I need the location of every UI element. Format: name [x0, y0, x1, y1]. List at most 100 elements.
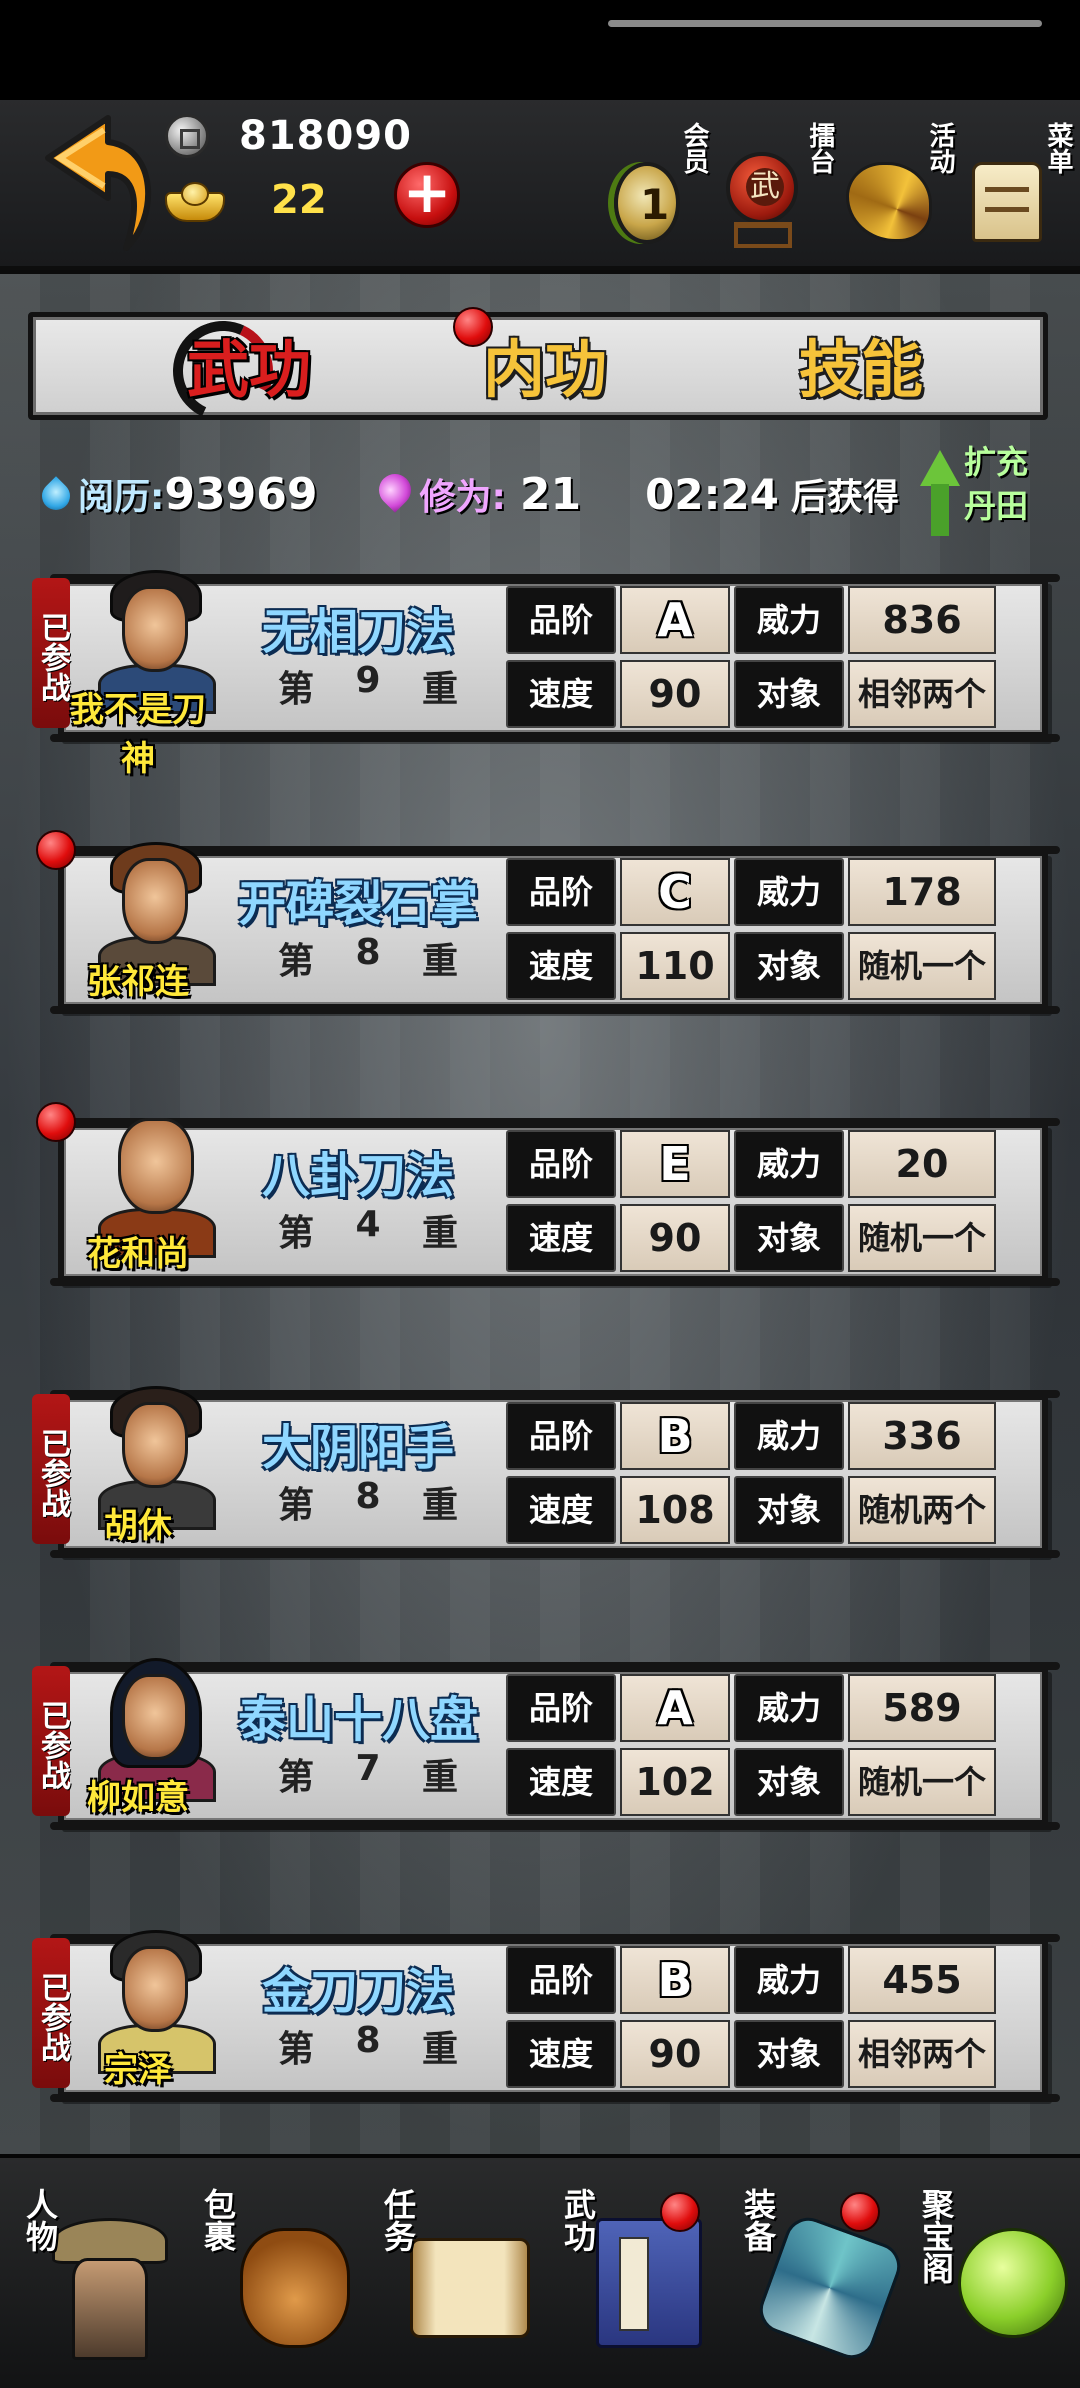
nav-tasks-label: 任务: [379, 2188, 417, 2252]
skill-level: 第4重: [278, 1204, 458, 1254]
power-value: 336: [848, 1402, 996, 1470]
cultivation-gem-icon: [377, 470, 413, 518]
tab-martial-arts[interactable]: 武功: [99, 306, 399, 436]
tab-skills[interactable]: 技能: [711, 325, 1011, 415]
cultivation-value: 21: [519, 468, 582, 520]
silver-row: 818090: [165, 106, 412, 166]
silver-coin-icon: [165, 114, 209, 158]
skill-card[interactable]: 已参战 柳如意 泰山十八盘 第7重 品阶 A 威力 589 速度 102 对象 随机一个: [28, 1652, 1060, 1842]
activity-button[interactable]: 活动: [846, 122, 956, 252]
target-value: 随机一个: [848, 1748, 996, 1816]
skill-card[interactable]: 已参战 我不是刀神 无相刀法 第9重 品阶 A 威力 836 速度 90 对象 相邻两个: [28, 564, 1060, 779]
bottom-nav: 人物 包裹 任务 武功 装备 聚宝阁: [0, 2154, 1080, 2388]
skill-card[interactable]: 张祁连 开碑裂石掌 第8重 品阶 C 威力 178 速度 110 对象 随机一个: [28, 830, 1060, 1026]
skill-card[interactable]: 已参战 胡休 大阴阳手 第8重 品阶 B 威力 336 速度 108 对象 随机两个: [28, 1380, 1060, 1570]
status-bar: [0, 0, 1080, 100]
nav-notification-dot: [840, 2192, 880, 2232]
member-button[interactable]: 会员: [606, 122, 709, 252]
tab-notification-dot: [453, 307, 493, 347]
timer-suffix: 后获得: [790, 477, 899, 518]
skill-name: 金刀刀法: [261, 1964, 454, 2020]
power-value: 20: [848, 1130, 996, 1198]
skill-name: 开碑裂石掌: [237, 876, 478, 932]
menu-button[interactable]: 菜单: [972, 122, 1076, 252]
nav-martial-arts[interactable]: 武功: [559, 2188, 730, 2368]
back-button[interactable]: [38, 108, 156, 258]
skill-level: 第8重: [278, 932, 458, 982]
nav-treasure-label: 聚宝阁: [917, 2188, 955, 2284]
add-currency-button[interactable]: +: [394, 162, 460, 228]
skill-level: 第9重: [278, 660, 458, 710]
menu-label: 菜单: [1043, 122, 1073, 174]
gold-ingot-icon: [165, 182, 225, 222]
gold-amount: 22: [271, 177, 327, 223]
target-value: 相邻两个: [848, 660, 996, 728]
nav-martial-arts-label: 武功: [559, 2188, 597, 2252]
arena-stand-icon: [734, 222, 792, 248]
skill-level: 第8重: [278, 1476, 458, 1526]
skill-level: 第8重: [278, 2020, 458, 2070]
grade-value: C: [620, 858, 730, 926]
skill-name: 八卦刀法: [261, 1148, 454, 1204]
target-value: 随机一个: [848, 932, 996, 1000]
hero-name: 柳如意: [87, 1778, 189, 1818]
speed-value: 90: [620, 2020, 730, 2088]
skill-attributes: 品阶 B 威力 455 速度 90 对象 相邻两个: [506, 1946, 996, 2092]
silver-amount: 818090: [239, 113, 412, 159]
target-value: 随机两个: [848, 1476, 996, 1544]
skill-attributes: 品阶 B 威力 336 速度 108 对象 随机两个: [506, 1402, 996, 1548]
nav-character-label: 人物: [21, 2188, 59, 2252]
skill-attributes: 品阶 C 威力 178 速度 110 对象 随机一个: [506, 858, 996, 1004]
grade-value: B: [620, 1946, 730, 2014]
nav-equipment[interactable]: 装备: [739, 2188, 910, 2368]
skill-attributes: 品阶 E 威力 20 速度 90 对象 随机一个: [506, 1130, 996, 1276]
activity-label: 活动: [925, 122, 955, 174]
member-label: 会员: [679, 122, 709, 174]
skill-level: 第7重: [278, 1748, 458, 1798]
tab-martial-arts-label: 武功: [186, 333, 311, 406]
nav-treasure-pavilion[interactable]: 聚宝阁: [917, 2188, 1080, 2368]
main-panel: 武功 内功 技能 阅历: 93969 修为: 21 02:24 后获得 扩充丹田…: [0, 274, 1080, 2154]
speed-value: 108: [620, 1476, 730, 1544]
stats-row: 阅历: 93969 修为: 21 02:24 后获得 扩充丹田: [40, 443, 1060, 536]
nav-inventory[interactable]: 包裹: [199, 2188, 370, 2368]
skill-card[interactable]: 花和尚 八卦刀法 第4重 品阶 E 威力 20 速度 90 对象 随机一个: [28, 1102, 1060, 1298]
gold-row: 22: [165, 170, 327, 230]
hero-name: 胡休: [104, 1506, 172, 1546]
grade-value: B: [620, 1402, 730, 1470]
hero-name: 我不是刀神: [70, 690, 206, 779]
nav-notification-dot: [660, 2192, 700, 2232]
cultivation-label: 修为:: [419, 477, 506, 518]
arena-button[interactable]: 擂台: [726, 122, 836, 252]
power-value: 589: [848, 1674, 996, 1742]
up-arrow-icon: [920, 450, 960, 536]
menu-scroll-icon: [972, 162, 1042, 242]
member-icon: [614, 162, 680, 244]
card-notification-dot: [36, 1102, 76, 1142]
nav-equipment-label: 装备: [739, 2188, 777, 2252]
tab-internal-arts[interactable]: 内功: [395, 325, 695, 415]
tab-internal-arts-label: 内功: [482, 333, 607, 406]
hero-name: 宗泽: [104, 2050, 172, 2090]
arena-label: 擂台: [805, 122, 835, 174]
skill-card[interactable]: 已参战 宗泽 金刀刀法 第8重 品阶 B 威力 455 速度 90 对象 相邻两个: [28, 1924, 1060, 2114]
expand-dantian-button[interactable]: 扩充丹田: [920, 440, 1060, 540]
power-value: 455: [848, 1946, 996, 2014]
hero-name: 花和尚: [87, 1234, 189, 1274]
nav-character[interactable]: 人物: [21, 2188, 192, 2368]
scroll-icon: [410, 2238, 530, 2338]
activity-fan-icon: [846, 162, 932, 242]
speed-value: 90: [620, 660, 730, 728]
nav-tasks[interactable]: 任务: [379, 2188, 550, 2368]
card-notification-dot: [36, 830, 76, 870]
power-value: 836: [848, 586, 996, 654]
experience-value: 93969: [164, 468, 318, 520]
skill-attributes: 品阶 A 威力 589 速度 102 对象 随机一个: [506, 1674, 996, 1820]
expand-dantian-label: 扩充丹田: [964, 443, 1029, 525]
power-value: 178: [848, 858, 996, 926]
skill-attributes: 品阶 A 威力 836 速度 90 对象 相邻两个: [506, 586, 996, 732]
hero-name: 张祁连: [87, 962, 189, 1002]
top-bar: 818090 22 + 会员 擂台 活动 菜单: [0, 100, 1080, 270]
tab-skills-label: 技能: [798, 333, 923, 406]
bag-icon: [240, 2228, 350, 2348]
